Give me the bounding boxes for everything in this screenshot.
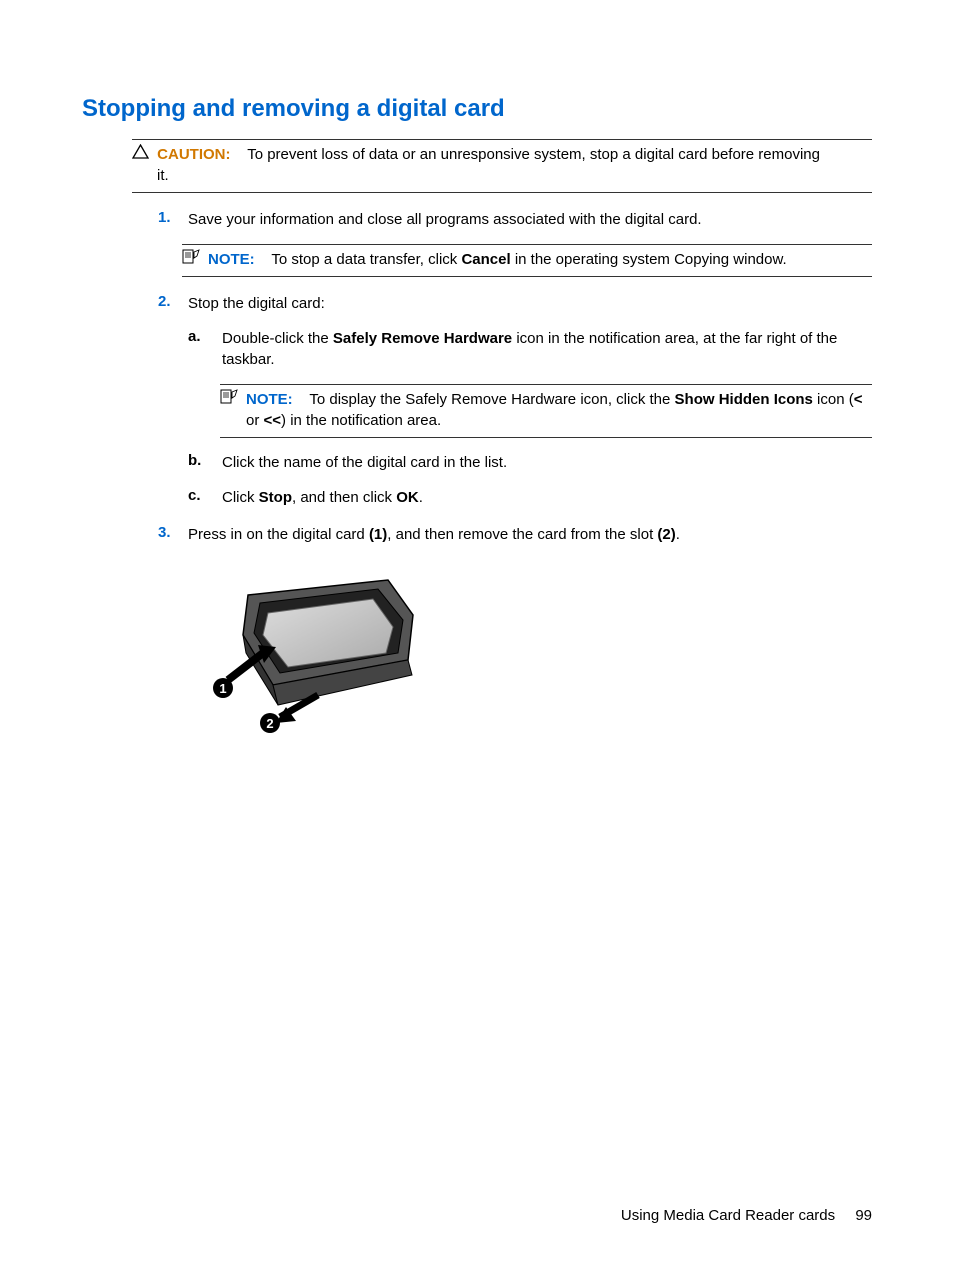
page-footer: Using Media Card Reader cards 99 xyxy=(621,1207,872,1224)
substep-c: c. Click Stop, and then click OK. xyxy=(188,487,872,508)
note-callout-1: NOTE: To stop a data transfer, click Can… xyxy=(182,244,872,277)
substep-letter: c. xyxy=(188,487,201,504)
sub-steps-list: a. Double-click the Safely Remove Hardwa… xyxy=(188,328,872,508)
substep-a-text: Double-click the Safely Remove Hardware … xyxy=(222,330,837,368)
footer-section-title: Using Media Card Reader cards xyxy=(621,1207,835,1224)
note-label: NOTE: xyxy=(246,391,293,408)
step-number: 3. xyxy=(158,524,171,541)
substep-b: b. Click the name of the digital card in… xyxy=(188,452,872,473)
step-3-text: Press in on the digital card (1), and th… xyxy=(188,526,680,543)
caution-label: CAUTION: xyxy=(157,146,230,163)
note-2-text: To display the Safely Remove Hardware ic… xyxy=(246,391,863,429)
note-1-text: To stop a data transfer, click Cancel in… xyxy=(259,251,787,268)
digital-card-figure: 1 2 xyxy=(208,565,872,759)
caution-text-2: it. xyxy=(157,165,872,186)
step-2-text: Stop the digital card: xyxy=(188,295,325,312)
svg-text:1: 1 xyxy=(219,681,226,696)
substep-c-text: Click Stop, and then click OK. xyxy=(222,489,423,506)
main-steps-list: 1. Save your information and close all p… xyxy=(158,209,872,759)
substep-letter: a. xyxy=(188,328,201,345)
caution-text-1: To prevent loss of data or an unresponsi… xyxy=(235,146,820,163)
page-heading: Stopping and removing a digital card xyxy=(82,95,872,123)
note-callout-2: NOTE: To display the Safely Remove Hardw… xyxy=(220,384,872,438)
step-number: 1. xyxy=(158,209,171,226)
note-icon xyxy=(182,249,201,268)
step-number: 2. xyxy=(158,293,171,310)
note-label: NOTE: xyxy=(208,251,255,268)
substep-letter: b. xyxy=(188,452,201,469)
svg-text:2: 2 xyxy=(266,716,273,731)
step-3: 3. Press in on the digital card (1), and… xyxy=(158,524,872,759)
caution-callout: CAUTION: To prevent loss of data or an u… xyxy=(132,139,872,193)
step-1-text: Save your information and close all prog… xyxy=(188,211,702,228)
substep-b-text: Click the name of the digital card in th… xyxy=(222,454,507,471)
step-1: 1. Save your information and close all p… xyxy=(158,209,872,277)
substep-a: a. Double-click the Safely Remove Hardwa… xyxy=(188,328,872,438)
footer-page-number: 99 xyxy=(855,1207,872,1224)
step-2: 2. Stop the digital card: a. Double-clic… xyxy=(158,293,872,508)
caution-triangle-icon xyxy=(132,144,149,163)
note-icon xyxy=(220,389,239,408)
